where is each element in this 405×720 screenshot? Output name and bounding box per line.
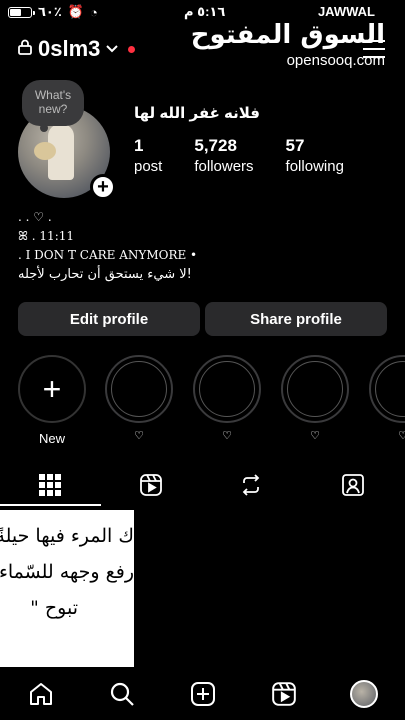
bio-line-2: ꕤ . 11:11: [18, 229, 75, 243]
tagged-icon[interactable]: [338, 470, 368, 500]
note-bubble[interactable]: What's new?: [22, 80, 84, 132]
share-profile-button[interactable]: Share profile: [205, 302, 387, 336]
highlight-heart-label: ♡: [134, 430, 144, 442]
highlight-new[interactable]: + New: [18, 355, 86, 446]
display-name: فلانه غفر الله لها: [134, 105, 260, 122]
stat-followers-label: followers: [194, 158, 254, 175]
stat-posts-label: post: [134, 158, 163, 175]
clock-status-icon: ◔: [90, 4, 98, 20]
stat-followers-count: 5,728: [194, 136, 237, 155]
grid-post[interactable]: ك المرء فيها حيلةً رفع وجهه للسّماء تبوح…: [0, 510, 134, 667]
stat-following[interactable]: 57 following: [286, 136, 344, 175]
highlight-heart-label: ♡: [222, 430, 232, 442]
bio-line-4: لا شيء يستحق أن تحارب لأجله!: [18, 267, 192, 282]
username[interactable]: 0slm3: [38, 36, 100, 62]
watermark-english: opensooq.com: [286, 52, 385, 69]
watermark-arabic: السوق المفتوح: [190, 20, 385, 50]
profile-tabs: [0, 470, 405, 506]
highlight-new-label: New: [38, 431, 65, 446]
opensooq-watermark: السوق المفتوح opensooq.com: [191, 22, 385, 69]
highlight-item[interactable]: ♡: [193, 355, 261, 442]
profile-header: 0slm3: [18, 36, 136, 62]
plus-icon: +: [42, 370, 62, 407]
bottom-navigation: [0, 668, 405, 720]
search-icon[interactable]: [108, 680, 136, 708]
battery-percent: ٦٠٪: [38, 4, 62, 19]
profile-nav-avatar[interactable]: [350, 680, 378, 708]
hamburger-menu-icon[interactable]: [363, 40, 385, 64]
status-time: ٥:١٦ م: [184, 4, 226, 19]
edit-profile-button[interactable]: Edit profile: [18, 302, 200, 336]
highlight-item[interactable]: ♡: [369, 355, 405, 442]
grid-icon[interactable]: [35, 470, 65, 500]
post-text-line: رفع وجهه للسّماء: [0, 561, 134, 583]
battery-icon: [8, 6, 35, 18]
reels-icon[interactable]: [136, 470, 166, 500]
stat-following-count: 57: [285, 136, 305, 155]
stat-posts-count: 1: [134, 136, 144, 155]
post-text-line: تبوح ": [30, 597, 78, 619]
reels-nav-icon[interactable]: [270, 680, 298, 708]
active-tab-indicator: [0, 504, 101, 506]
highlight-heart-label: ♡: [398, 430, 405, 442]
highlight-heart-label: ♡: [310, 430, 320, 442]
carrier-name: JAWWAL: [317, 4, 375, 19]
bio-line-3: . I DON T CARE ANYMORE •: [18, 248, 198, 262]
profile-stats: 1 post 5,728 followers 57 following: [134, 136, 376, 175]
stat-following-label: following: [285, 158, 344, 175]
post-text-line: ك المرء فيها حيلةً: [0, 525, 134, 547]
bio-line-1: . . ♡ .: [18, 210, 52, 224]
highlight-item[interactable]: ♡: [281, 355, 349, 442]
stat-posts[interactable]: 1 post: [134, 136, 162, 175]
highlight-item[interactable]: ♡: [105, 355, 173, 442]
notification-dot: [128, 45, 136, 53]
battery-status: ٦٠٪ ⏰ ◔: [8, 4, 98, 20]
chevron-down-icon[interactable]: [106, 40, 119, 58]
stat-followers[interactable]: 5,728 followers: [194, 136, 253, 175]
add-story-button[interactable]: +: [90, 174, 116, 200]
profile-bio: . . ♡ . ꕤ . 11:11 . I DON T CARE ANYMORE…: [18, 208, 197, 284]
reposts-icon[interactable]: [236, 470, 266, 500]
create-icon[interactable]: [189, 680, 217, 708]
lock-icon: [18, 39, 32, 60]
home-icon[interactable]: [27, 680, 55, 708]
alarm-icon: ⏰: [67, 4, 84, 19]
